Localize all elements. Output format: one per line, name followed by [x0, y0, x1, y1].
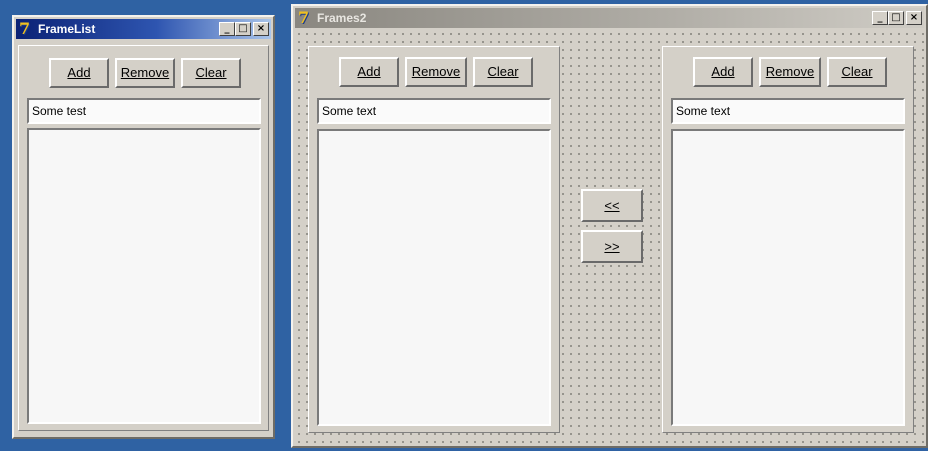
- close-button[interactable]: ×: [906, 11, 922, 25]
- text-input[interactable]: Some test: [27, 98, 261, 124]
- add-button[interactable]: Add: [693, 57, 753, 87]
- remove-button[interactable]: Remove: [759, 57, 821, 87]
- frames2-titlebar[interactable]: 7 Frames2 _ □ ×: [295, 8, 924, 28]
- framelist-window: 7 FrameList _ □ × Add Remove Clear Some …: [12, 15, 275, 439]
- window-title: Frames2: [317, 11, 367, 25]
- close-button[interactable]: ×: [253, 22, 269, 36]
- minimize-button[interactable]: _: [219, 22, 235, 36]
- add-button[interactable]: Add: [339, 57, 399, 87]
- text-input[interactable]: Some text: [317, 98, 551, 124]
- minimize-button[interactable]: _: [872, 11, 888, 25]
- items-listbox[interactable]: [671, 129, 905, 426]
- clear-button[interactable]: Clear: [827, 57, 887, 87]
- items-listbox[interactable]: [317, 129, 551, 426]
- frames2-window: 7 Frames2 _ □ × Add Remove Clear Some te…: [291, 4, 928, 448]
- maximize-button[interactable]: □: [888, 11, 904, 25]
- move-left-button[interactable]: <<: [581, 189, 643, 222]
- delphi-icon: 7: [298, 8, 310, 27]
- clear-button[interactable]: Clear: [473, 57, 533, 87]
- delphi-icon: 7: [19, 19, 31, 38]
- framelist-titlebar[interactable]: 7 FrameList _ □ ×: [16, 19, 271, 39]
- text-input[interactable]: Some text: [671, 98, 905, 124]
- right-frame-panel: Add Remove Clear Some text: [662, 46, 914, 433]
- items-listbox[interactable]: [27, 128, 261, 424]
- clear-button[interactable]: Clear: [181, 58, 241, 88]
- left-frame-panel: Add Remove Clear Some text: [308, 46, 560, 433]
- remove-button[interactable]: Remove: [405, 57, 467, 87]
- window-title: FrameList: [38, 22, 96, 36]
- move-right-button[interactable]: >>: [581, 230, 643, 263]
- maximize-button[interactable]: □: [235, 22, 251, 36]
- add-button[interactable]: Add: [49, 58, 109, 88]
- remove-button[interactable]: Remove: [115, 58, 175, 88]
- frame-panel: Add Remove Clear Some test: [18, 45, 269, 431]
